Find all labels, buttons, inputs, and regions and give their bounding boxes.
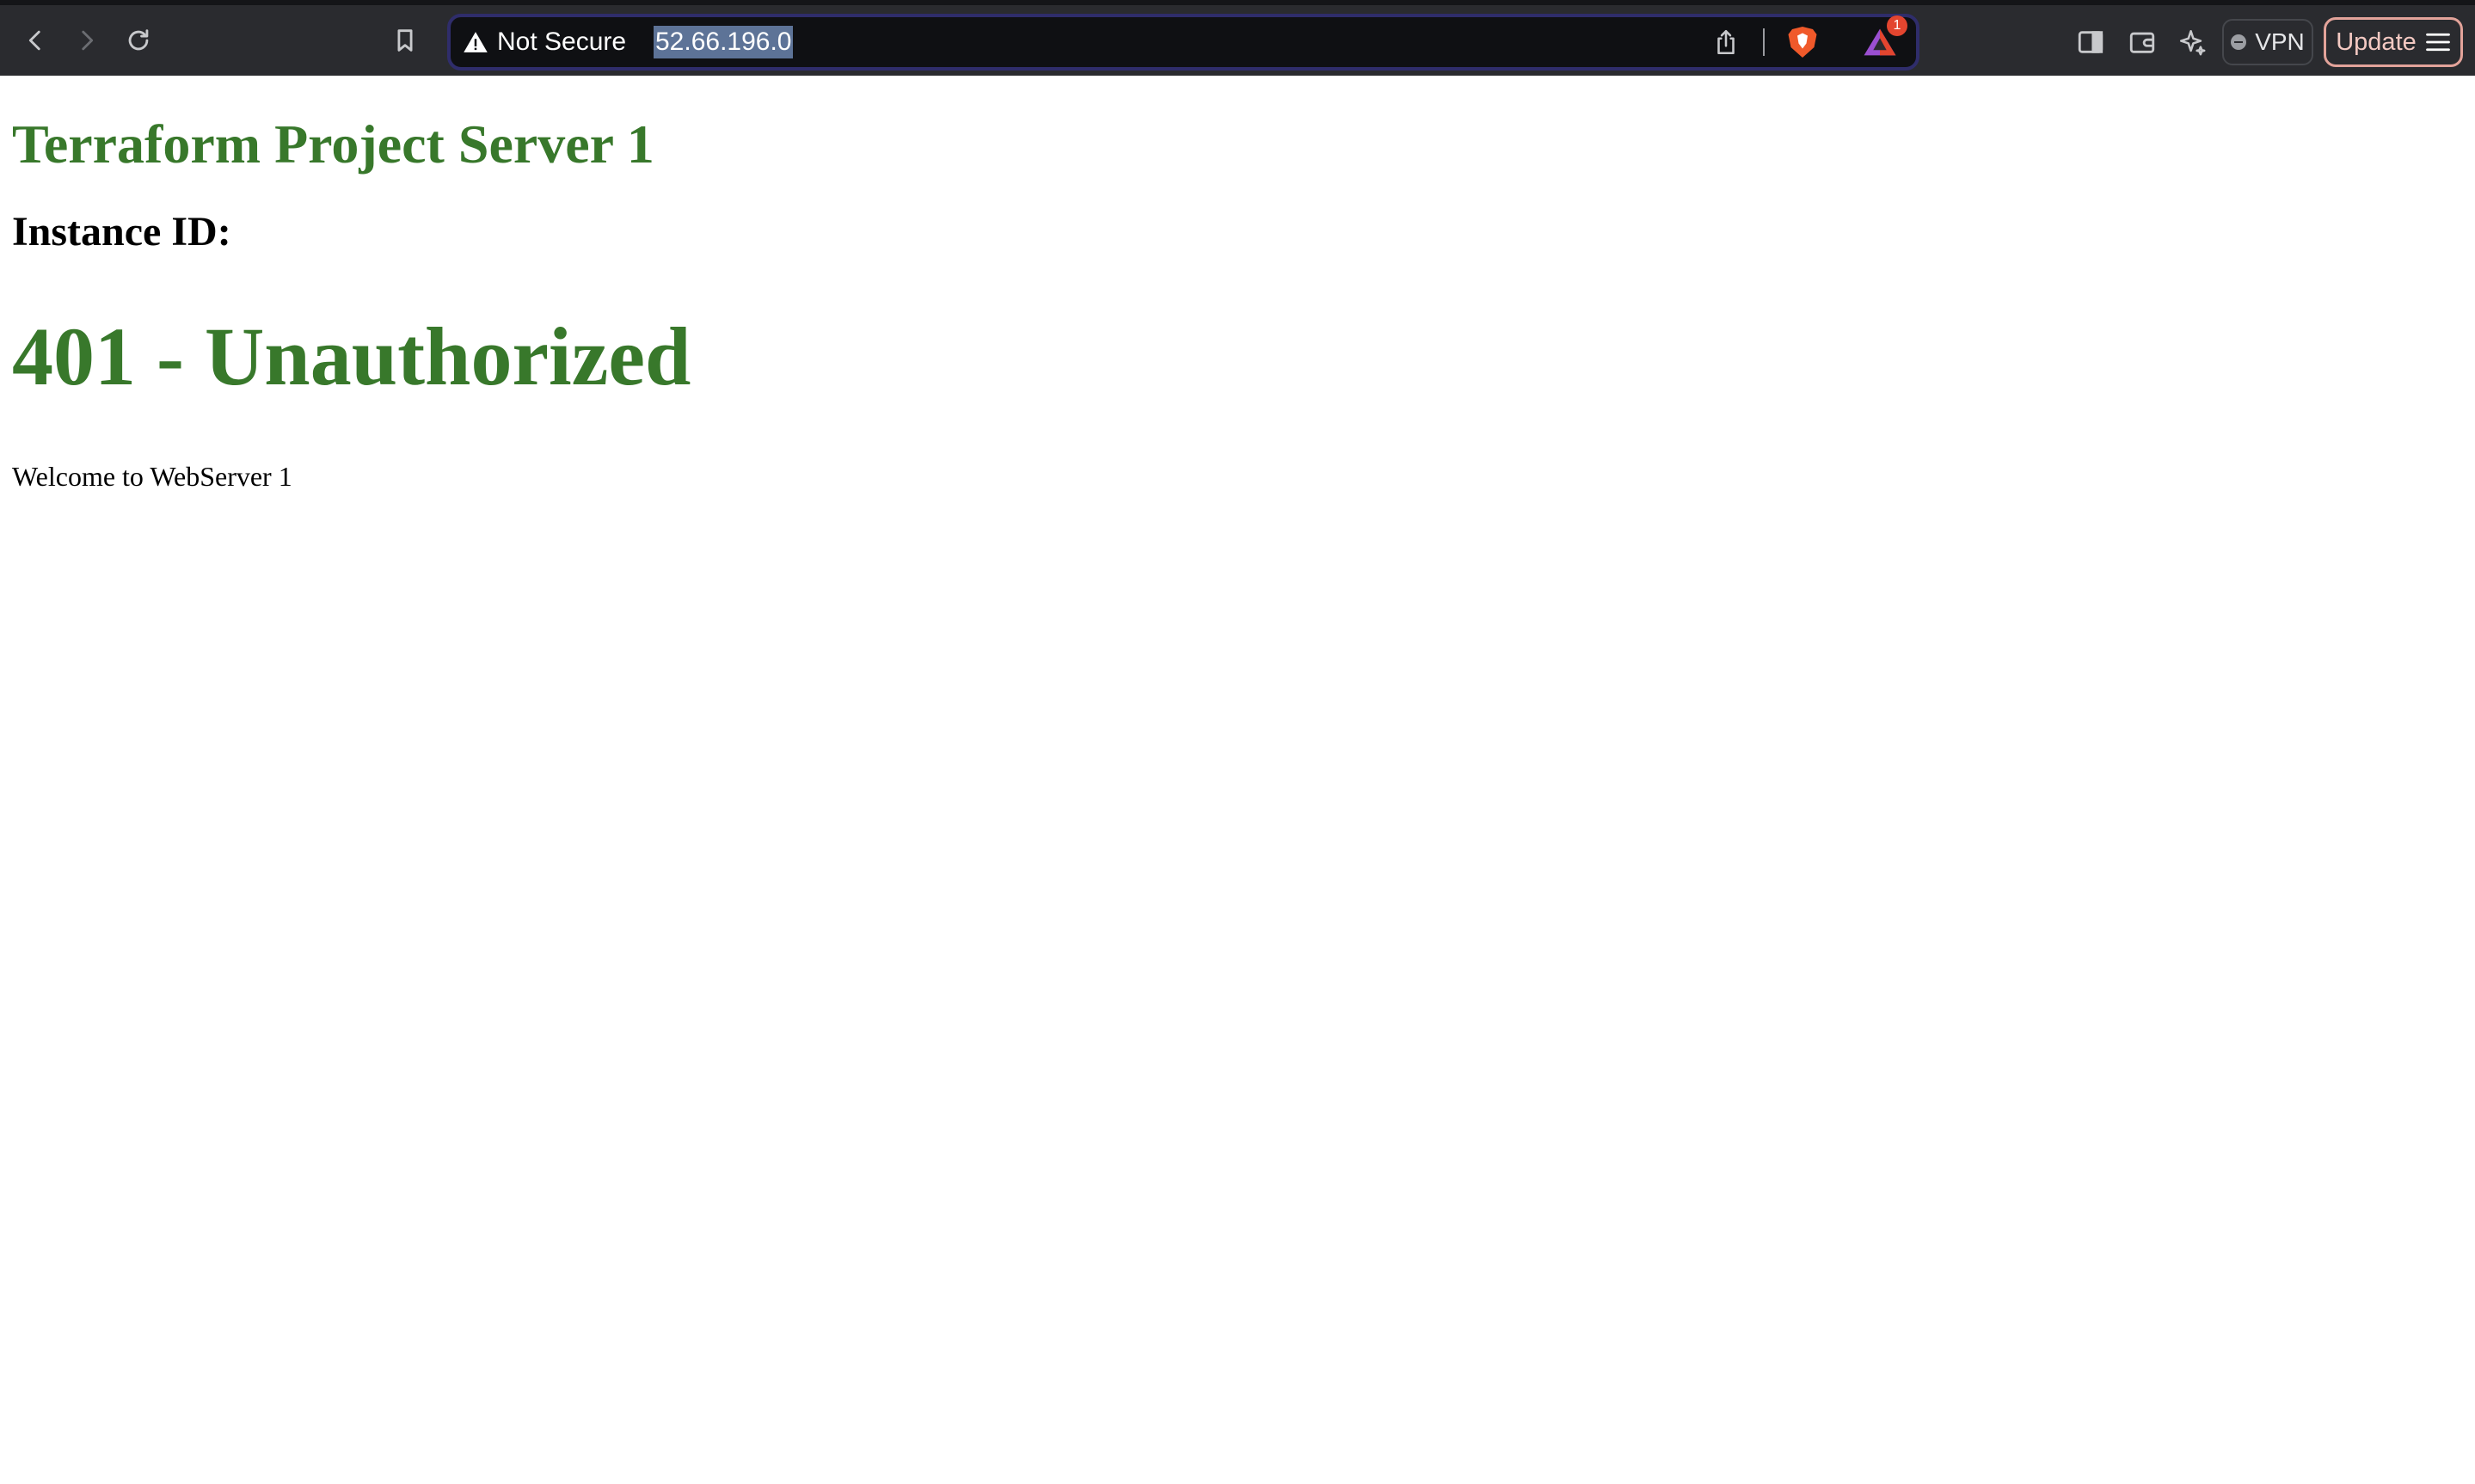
hamburger-menu-icon (2425, 33, 2450, 52)
instance-id-label: Instance ID: (12, 209, 231, 254)
address-bar-actions: 1 (1711, 15, 1907, 67)
browser-toolbar: Not Secure 52.66.196.0 1 VPN Update (0, 0, 2475, 76)
update-menu-button[interactable]: Update (2324, 17, 2463, 67)
brave-shield-icon (1788, 27, 1817, 58)
sidebar-icon (2078, 31, 2103, 53)
error-heading: 401 - Unauthorized (12, 310, 691, 402)
bookmark-icon (397, 29, 413, 52)
vpn-button[interactable]: VPN (2222, 19, 2313, 65)
forward-button[interactable] (64, 17, 110, 64)
warning-icon (464, 32, 488, 52)
back-button[interactable] (12, 17, 58, 64)
address-bar-separator (1763, 28, 1765, 56)
chevron-left-icon (28, 30, 40, 51)
rewards-button[interactable]: 1 (1863, 15, 1907, 58)
leo-ai-button[interactable] (2171, 21, 2214, 64)
welcome-text: Welcome to WebServer 1 (12, 461, 292, 492)
wallet-icon (2129, 32, 2155, 53)
security-indicator[interactable]: Not Secure (463, 17, 626, 67)
vpn-label: VPN (2255, 28, 2305, 55)
share-icon (1717, 29, 1735, 55)
page-title: Terraform Project Server 1 (12, 113, 654, 175)
wallet-button[interactable] (2121, 21, 2164, 64)
sparkle-icon (2179, 29, 2206, 56)
vpn-status-icon (2231, 34, 2247, 50)
brave-shields-button[interactable] (1787, 25, 1818, 59)
url-text[interactable]: 52.66.196.0 (654, 26, 794, 58)
share-button[interactable] (1711, 28, 1741, 57)
security-label: Not Secure (497, 28, 627, 56)
address-bar[interactable]: Not Secure 52.66.196.0 1 (447, 14, 1919, 71)
bookmark-button[interactable] (382, 17, 428, 64)
reload-icon (128, 29, 149, 51)
update-label: Update (2336, 28, 2417, 56)
rewards-badge: 1 (1887, 15, 1907, 36)
reload-button[interactable] (115, 17, 162, 64)
chevron-right-icon (82, 30, 94, 51)
sidebar-button[interactable] (2069, 21, 2112, 64)
